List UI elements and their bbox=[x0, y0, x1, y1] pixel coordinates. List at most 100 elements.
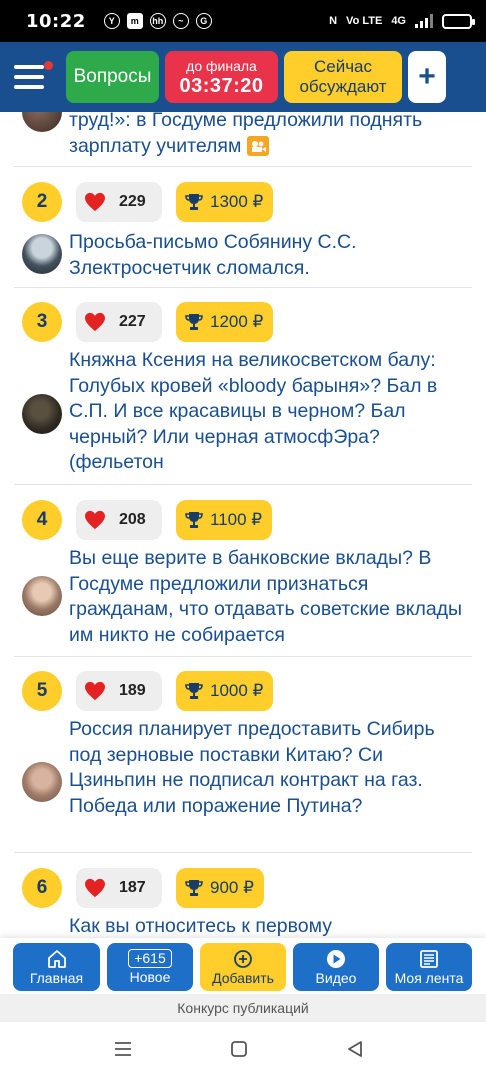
nav-new-label: Новое bbox=[129, 969, 171, 985]
prize-amount: 1000 ₽ bbox=[210, 681, 264, 700]
add-button[interactable]: + bbox=[408, 51, 446, 103]
home-system-icon[interactable] bbox=[230, 1040, 248, 1058]
app-header: Вопросы до финала 03:37:20 Сейчас обсужд… bbox=[0, 42, 486, 112]
nav-add-button[interactable]: Добавить bbox=[200, 943, 286, 991]
discussing-now-label-2: обсуждают bbox=[299, 77, 387, 96]
trophy-icon bbox=[185, 683, 203, 699]
final-countdown-label: до финала bbox=[186, 57, 257, 74]
notification-y-icon: Y bbox=[103, 13, 120, 29]
likes-count: 189 bbox=[119, 682, 146, 699]
prize-badge: 900 ₽ bbox=[176, 868, 264, 908]
notification-dot bbox=[44, 61, 53, 70]
likes-count: 187 bbox=[119, 879, 146, 896]
author-avatar[interactable] bbox=[22, 394, 62, 434]
add-circle-icon bbox=[234, 949, 252, 968]
prize-badge: 1000 ₽ bbox=[176, 671, 274, 711]
newspaper-icon bbox=[420, 949, 438, 968]
rank-badge: 5 bbox=[22, 671, 62, 711]
publication-title[interactable]: Как вы относитесь к первому bbox=[69, 914, 469, 940]
new-count-badge: +615 bbox=[128, 949, 172, 968]
nav-add-label: Добавить bbox=[212, 969, 274, 986]
divider bbox=[14, 852, 472, 853]
network-type-icon: 4G bbox=[391, 15, 406, 27]
trophy-icon bbox=[185, 314, 203, 330]
nav-feed-button[interactable]: Моя лента bbox=[386, 943, 472, 991]
prize-badge: 1100 ₽ bbox=[176, 500, 273, 540]
likes-count: 208 bbox=[119, 511, 146, 528]
prize-amount: 900 ₽ bbox=[210, 878, 254, 897]
notification-icons: Y m hh ~ G bbox=[103, 13, 212, 29]
likes-count: 227 bbox=[119, 313, 146, 330]
notification-wave-icon: ~ bbox=[172, 13, 189, 29]
menu-icon-bar bbox=[14, 85, 44, 89]
prize-badge: 1300 ₽ bbox=[176, 182, 274, 222]
likes-counter[interactable]: 229 bbox=[76, 182, 162, 222]
discussing-now-label-1: Сейчас bbox=[313, 57, 373, 77]
likes-counter[interactable]: 189 bbox=[76, 671, 162, 711]
publication-title[interactable]: Княжна Ксения на великосветском балу: Го… bbox=[69, 348, 469, 476]
divider bbox=[14, 656, 472, 657]
publication-title[interactable]: Россия планирует предоставить Сибирь под… bbox=[69, 717, 469, 819]
author-avatar[interactable] bbox=[22, 112, 62, 132]
likes-counter[interactable]: 227 bbox=[76, 302, 162, 342]
contest-banner[interactable]: Конкурс публикаций bbox=[0, 994, 486, 1022]
author-avatar[interactable] bbox=[22, 234, 62, 274]
divider bbox=[14, 287, 472, 288]
publication-title[interactable]: труд!»: в Госдуме предложили поднять зар… bbox=[69, 112, 469, 159]
heart-icon bbox=[85, 510, 105, 530]
likes-counter[interactable]: 208 bbox=[76, 500, 162, 540]
notification-hh-icon: hh bbox=[149, 13, 166, 29]
back-icon[interactable] bbox=[346, 1040, 364, 1058]
nav-video-button[interactable]: Видео bbox=[293, 943, 379, 991]
divider bbox=[14, 166, 472, 167]
system-navigation bbox=[0, 1022, 486, 1080]
bottom-navigation: Главная +615 Новое Добавить Видео Моя ле… bbox=[0, 938, 486, 994]
nav-feed-label: Моя лента bbox=[394, 969, 464, 986]
nav-home-button[interactable]: Главная bbox=[13, 943, 100, 991]
likes-counter[interactable]: 187 bbox=[76, 868, 162, 908]
rank-badge: 4 bbox=[22, 500, 62, 540]
discussing-now-button[interactable]: Сейчас обсуждают bbox=[284, 51, 402, 103]
prize-amount: 1200 ₽ bbox=[210, 312, 264, 331]
trophy-icon bbox=[185, 194, 203, 210]
status-bar: 10:22 Y m hh ~ G N Vo LTE 4G bbox=[0, 0, 486, 42]
menu-button[interactable] bbox=[8, 52, 60, 102]
menu-icon-bar bbox=[14, 65, 44, 69]
prize-badge: 1200 ₽ bbox=[176, 302, 274, 342]
rank-badge: 6 bbox=[22, 868, 62, 908]
nav-video-label: Видео bbox=[315, 969, 357, 986]
signal-icon bbox=[415, 14, 433, 28]
final-countdown-timer: 03:37:20 bbox=[179, 74, 264, 97]
publication-title[interactable]: Вы еще верите в банковские вклады? В Гос… bbox=[69, 546, 469, 648]
divider bbox=[14, 484, 472, 485]
trophy-icon bbox=[185, 512, 203, 528]
author-avatar[interactable] bbox=[22, 762, 62, 802]
menu-icon-bar bbox=[14, 75, 44, 79]
volte-icon: Vo LTE bbox=[346, 15, 383, 27]
prize-amount: 1300 ₽ bbox=[210, 192, 264, 211]
battery-icon bbox=[442, 13, 475, 29]
nav-new-button[interactable]: +615 Новое bbox=[107, 943, 193, 991]
video-camera-icon bbox=[246, 136, 269, 157]
publication-title[interactable]: Просьба-письмо Собянину С.С. Злектросчет… bbox=[69, 230, 469, 281]
status-time: 10:22 bbox=[26, 10, 86, 32]
heart-icon bbox=[85, 878, 105, 898]
heart-icon bbox=[85, 312, 105, 332]
rank-badge: 2 bbox=[22, 182, 62, 222]
prize-amount: 1100 ₽ bbox=[210, 510, 263, 529]
home-icon bbox=[47, 949, 66, 968]
notification-m-icon: m bbox=[126, 13, 143, 29]
heart-icon bbox=[85, 681, 105, 701]
rank-badge: 3 bbox=[22, 302, 62, 342]
final-countdown-button[interactable]: до финала 03:37:20 bbox=[165, 51, 278, 103]
trophy-icon bbox=[185, 880, 203, 896]
heart-icon bbox=[85, 192, 105, 212]
play-icon bbox=[327, 949, 345, 968]
notification-chrome-icon: G bbox=[195, 13, 212, 29]
author-avatar[interactable] bbox=[22, 576, 62, 616]
recent-apps-icon[interactable] bbox=[114, 1040, 132, 1058]
publication-feed[interactable]: труд!»: в Госдуме предложили поднять зар… bbox=[0, 112, 486, 942]
questions-button[interactable]: Вопросы bbox=[66, 51, 159, 103]
likes-count: 229 bbox=[119, 193, 146, 210]
system-icons: N Vo LTE 4G bbox=[329, 13, 475, 29]
